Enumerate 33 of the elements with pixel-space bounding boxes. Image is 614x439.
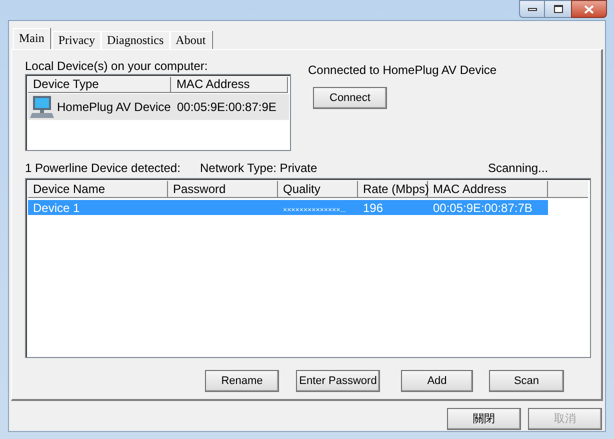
close-button[interactable] (571, 0, 607, 18)
tab[interactable]: Diagnostics (101, 31, 170, 49)
close-icon (584, 4, 594, 14)
scan-status: Scanning... (488, 160, 548, 176)
table-cell: 00:05:9E:00:87:7B (433, 200, 532, 214)
column-header[interactable]: Device Name (28, 181, 168, 197)
column-header[interactable]: Device Type (28, 77, 172, 93)
local-devices-label: Local Device(s) on your computer: (25, 58, 209, 74)
tab[interactable]: About (170, 31, 212, 49)
action-button[interactable]: Enter Password (296, 370, 380, 392)
action-button[interactable]: Add (401, 370, 473, 392)
action-button[interactable]: Scan (489, 370, 564, 392)
column-header[interactable]: MAC Address (171, 77, 288, 93)
tab[interactable]: Main (13, 28, 50, 49)
column-header[interactable]: Password (168, 181, 278, 197)
connect-button[interactable]: Connect (313, 87, 387, 109)
detected-count: 1 Powerline Device detected: (25, 160, 182, 176)
list-row[interactable]: HomePlug AV Device 00:05:9E:00:87:9E (28, 94, 289, 120)
maximize-button[interactable] (545, 0, 571, 18)
table-cell: Device 1 (33, 200, 80, 214)
action-button[interactable]: Rename (205, 370, 279, 392)
dialog-button[interactable]: 關閉 (447, 408, 521, 430)
computer-icon (30, 95, 54, 119)
table-cell: 196 (363, 200, 384, 214)
tab[interactable]: Privacy (52, 31, 101, 49)
connection-status: Connected to HomePlug AV Device (308, 62, 497, 78)
column-header[interactable]: Rate (Mbps) (358, 181, 428, 197)
minimize-button[interactable] (519, 0, 545, 18)
mac-address: 00:05:9E:00:87:9E (177, 99, 276, 115)
network-type: Network Type: Private (200, 160, 318, 176)
device-type: HomePlug AV Device (57, 99, 172, 115)
column-header[interactable]: MAC Address (428, 181, 548, 197)
column-header[interactable]: Quality (278, 181, 358, 197)
